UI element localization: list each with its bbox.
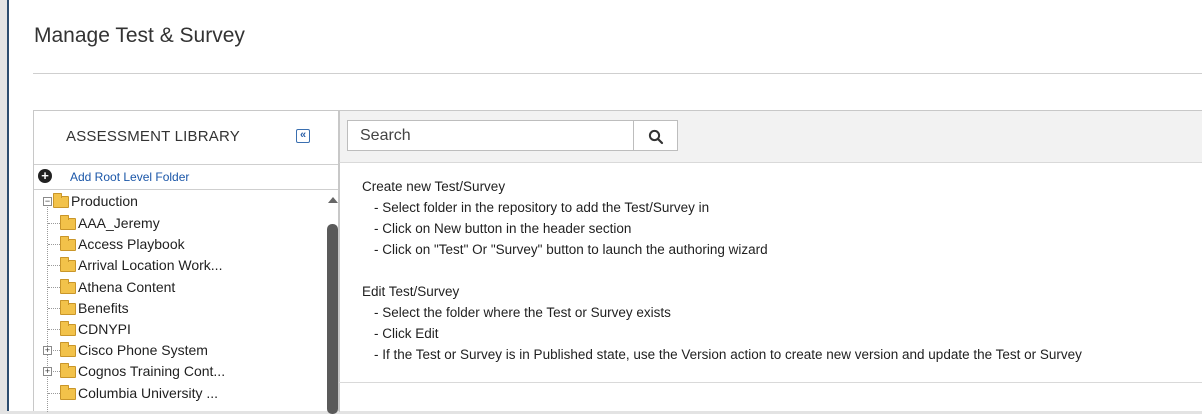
tree-scrollbar[interactable] bbox=[326, 193, 340, 414]
tree-item-label: CDNYPI bbox=[78, 321, 131, 337]
instruction-step: - If the Test or Survey is in Published … bbox=[374, 347, 1082, 362]
tree-item[interactable]: Columbia University ... bbox=[34, 383, 324, 404]
add-root-folder-label: Add Root Level Folder bbox=[70, 170, 190, 184]
instruction-step: - Click on New button in the header sect… bbox=[374, 221, 632, 236]
instruction-step: - Select folder in the repository to add… bbox=[374, 200, 710, 215]
plus-circle-icon: + bbox=[38, 169, 52, 183]
search-button[interactable] bbox=[633, 120, 678, 151]
tree-guide-line bbox=[48, 329, 60, 330]
folder-icon bbox=[60, 257, 76, 273]
folder-icon bbox=[60, 215, 76, 230]
instruction-step: - Click Edit bbox=[374, 326, 439, 341]
app-frame: Manage Test & Survey ASSESSMENT LIBRARY … bbox=[7, 0, 1202, 414]
folder-icon bbox=[60, 236, 76, 252]
tree-item-label: Production bbox=[71, 193, 138, 209]
title-divider bbox=[33, 73, 1202, 74]
page-title: Manage Test & Survey bbox=[34, 24, 245, 47]
tree-item[interactable]: + Cognos Training Cont... bbox=[34, 361, 324, 382]
tree-guide-line bbox=[48, 244, 60, 246]
folder-icon bbox=[60, 299, 76, 315]
search-input[interactable] bbox=[347, 120, 634, 151]
tree-item[interactable]: AAA_Jeremy bbox=[34, 213, 324, 234]
tree-item[interactable]: Arrival Location Work... bbox=[34, 255, 324, 276]
tree-guide-line bbox=[48, 223, 60, 224]
tree-item-production[interactable]: − Production bbox=[34, 191, 324, 212]
tree-guide-line bbox=[48, 286, 60, 288]
folder-icon bbox=[60, 321, 76, 336]
scroll-up-arrow-icon[interactable] bbox=[328, 197, 338, 203]
library-title: ASSESSMENT LIBRARY bbox=[66, 128, 240, 145]
instruction-step: - Click on "Test" Or "Survey" button to … bbox=[374, 242, 768, 257]
search-bar bbox=[339, 111, 1202, 163]
tree-item-label: Athena Content bbox=[78, 278, 176, 295]
tree-guide-line bbox=[48, 392, 60, 394]
tree-item-label: Access Playbook bbox=[78, 236, 185, 253]
folder-icon bbox=[60, 278, 76, 294]
content-panel: Create new Test/Survey - Select folder i… bbox=[339, 110, 1202, 412]
tree-item-label: Cognos Training Cont... bbox=[78, 363, 226, 380]
expand-toggle-icon[interactable]: + bbox=[43, 346, 52, 356]
tree-guide-line bbox=[48, 265, 60, 267]
tree-item-label: Cisco Phone System bbox=[78, 342, 208, 359]
folder-icon bbox=[60, 384, 76, 400]
instruction-heading: Edit Test/Survey bbox=[362, 284, 460, 299]
expand-toggle-icon[interactable]: + bbox=[43, 367, 52, 377]
assessment-library-panel: ASSESSMENT LIBRARY « + Add Root Level Fo… bbox=[33, 110, 340, 414]
help-instructions: Create new Test/Survey - Select folder i… bbox=[362, 176, 1082, 386]
tree-item[interactable]: Access Playbook bbox=[34, 234, 324, 255]
collapse-panel-icon[interactable]: « bbox=[296, 129, 310, 143]
tree-item-label: AAA_Jeremy bbox=[78, 215, 160, 231]
scrollbar-thumb[interactable] bbox=[327, 224, 338, 414]
tree-item-label: Columbia University ... bbox=[78, 384, 219, 401]
tree-guide-line bbox=[48, 307, 60, 309]
tree-item[interactable]: Athena Content bbox=[34, 277, 324, 298]
library-header: ASSESSMENT LIBRARY « bbox=[34, 111, 338, 165]
tree-item-label: Benefits bbox=[78, 299, 129, 316]
tree-item-label: Arrival Location Work... bbox=[78, 257, 223, 274]
content-bottom-divider bbox=[339, 382, 1202, 383]
folder-icon bbox=[60, 363, 76, 379]
tree-item[interactable]: + Cisco Phone System bbox=[34, 340, 324, 361]
add-root-folder-button[interactable]: + Add Root Level Folder bbox=[34, 165, 338, 190]
instruction-heading: Create new Test/Survey bbox=[362, 179, 506, 194]
folder-tree: − Production AAA_Jeremy Access Playbook Ar… bbox=[34, 191, 324, 412]
search-icon bbox=[648, 129, 664, 145]
folder-open-icon bbox=[53, 193, 69, 208]
instruction-step: - Select the folder where the Test or Su… bbox=[374, 305, 671, 320]
tree-item[interactable]: CDNYPI bbox=[34, 319, 324, 340]
tree-item[interactable]: Benefits bbox=[34, 298, 324, 319]
instruction-group-edit: Edit Test/Survey - Select the folder whe… bbox=[362, 281, 1082, 365]
instruction-group-create: Create new Test/Survey - Select folder i… bbox=[362, 176, 1082, 260]
folder-icon bbox=[60, 342, 76, 358]
collapse-toggle-icon[interactable]: − bbox=[43, 197, 52, 206]
panel-divider bbox=[339, 163, 340, 412]
